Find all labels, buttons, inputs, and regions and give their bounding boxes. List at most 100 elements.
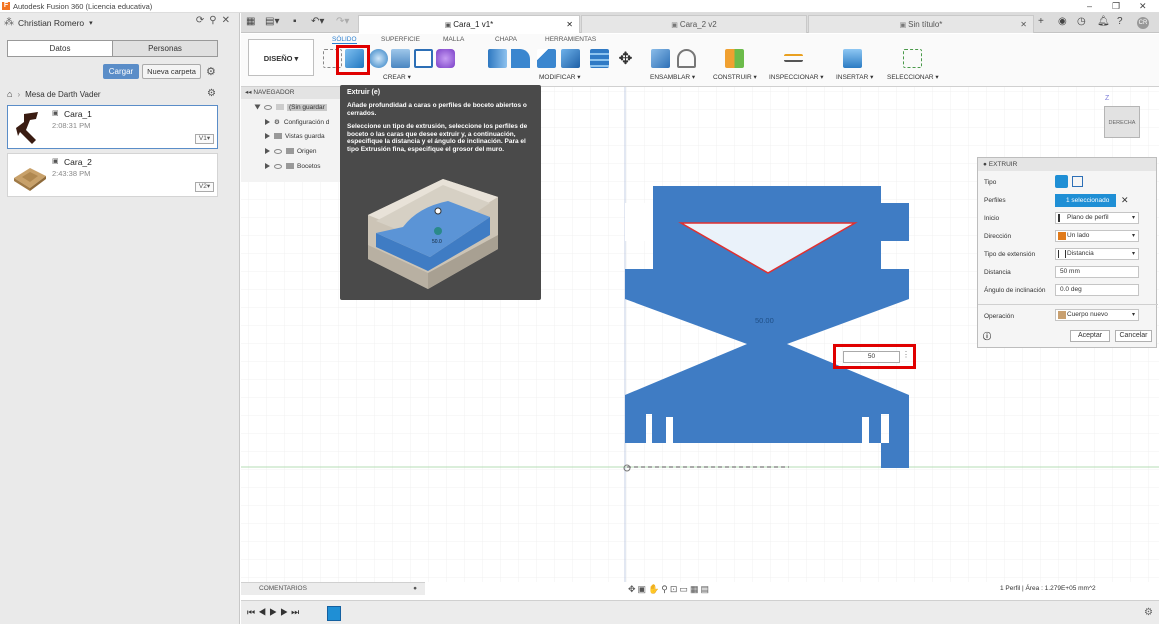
- ok-button[interactable]: Aceptar: [1070, 330, 1110, 342]
- chevron-right-icon[interactable]: [265, 119, 270, 126]
- operation-select[interactable]: Cuerpo nuevo ▾: [1055, 309, 1139, 321]
- comments-toggle-icon[interactable]: ●: [413, 583, 417, 595]
- nav-item-vistas[interactable]: Vistas guarda: [265, 133, 325, 140]
- taper-angle-input[interactable]: 0.0 deg: [1055, 284, 1139, 296]
- save-icon[interactable]: ▪: [293, 16, 297, 27]
- eye-icon[interactable]: [274, 163, 282, 169]
- group-insertar[interactable]: INSERTAR ▾: [836, 73, 873, 81]
- timeline-settings-icon[interactable]: ⚙: [1144, 607, 1153, 618]
- new-component-icon[interactable]: [651, 49, 670, 68]
- nav-item-bocetos[interactable]: Bocetos: [265, 163, 321, 170]
- project-settings-icon[interactable]: ⚙: [207, 88, 216, 99]
- pan-icon[interactable]: ✋: [648, 584, 661, 594]
- nav-root[interactable]: (Sin guardar: [254, 104, 327, 111]
- tab-personas[interactable]: Personas: [112, 41, 217, 56]
- home-icon[interactable]: ⌂: [7, 89, 12, 99]
- job-status-icon[interactable]: ◷: [1077, 16, 1086, 27]
- undo-icon[interactable]: ↶▾: [311, 16, 324, 27]
- version-badge[interactable]: V1▾: [195, 134, 214, 144]
- navigator-header[interactable]: ◂◂ NAVEGADOR: [241, 87, 343, 99]
- close-tab-icon[interactable]: ✕: [566, 16, 573, 33]
- extensions-icon[interactable]: ◉: [1058, 16, 1067, 27]
- fillet-icon[interactable]: [511, 49, 530, 68]
- group-construir[interactable]: CONSTRUIR ▾: [713, 73, 757, 81]
- tab-cara-1[interactable]: ▣ Cara_1 v1* ✕: [358, 15, 580, 33]
- help-icon[interactable]: ?: [1117, 16, 1123, 27]
- group-crear[interactable]: CREAR ▾: [383, 73, 411, 81]
- timeline-sketch-item[interactable]: [327, 606, 341, 621]
- extrude-type-solid-icon[interactable]: [1055, 175, 1068, 188]
- form-icon[interactable]: [436, 49, 455, 68]
- tab-datos[interactable]: Datos: [8, 41, 112, 56]
- distance-input[interactable]: 50 mm: [1055, 266, 1139, 278]
- minimize-icon[interactable]: –: [1087, 1, 1092, 11]
- version-badge[interactable]: V2▾: [195, 182, 214, 192]
- upload-button[interactable]: Cargar: [103, 64, 139, 79]
- close-tab-icon[interactable]: ✕: [1020, 16, 1027, 33]
- insert-image-icon[interactable]: [843, 49, 862, 68]
- ws-tab-malla[interactable]: MALLA: [443, 36, 464, 43]
- nav-item-configuracion[interactable]: ⚙ Configuración d: [265, 118, 329, 126]
- sweep-icon[interactable]: [391, 49, 410, 68]
- chevron-right-icon[interactable]: [265, 148, 270, 155]
- group-seleccionar[interactable]: SELECCIONAR ▾: [887, 73, 939, 81]
- ws-tab-solido[interactable]: SÓLIDO: [332, 36, 357, 44]
- file-card-cara-1[interactable]: ▣ Cara_1 2:08:31 PM V1▾: [7, 105, 218, 149]
- close-panel-icon[interactable]: ✕: [222, 15, 235, 26]
- search-icon[interactable]: ⚲: [209, 15, 221, 26]
- file-icon[interactable]: ▤▾: [265, 16, 279, 27]
- eye-icon[interactable]: [264, 104, 272, 110]
- grid-settings-icon[interactable]: ▦: [690, 584, 701, 594]
- extrude-dialog-header[interactable]: ● EXTRUIR: [978, 158, 1156, 171]
- chamfer-icon[interactable]: [537, 49, 556, 68]
- notifications-icon[interactable]: 🔔︎: [1097, 16, 1110, 27]
- tab-cara-2[interactable]: ▣ Cara_2 v2: [581, 15, 807, 33]
- display-settings-icon[interactable]: ▭: [679, 584, 690, 594]
- extrude-type-thin-icon[interactable]: [1072, 176, 1083, 187]
- redo-icon[interactable]: ↷▾: [336, 16, 349, 27]
- add-tab-icon[interactable]: +: [1038, 16, 1044, 27]
- move-icon[interactable]: ✥: [616, 49, 635, 68]
- extent-type-select[interactable]: Distancia ▾: [1055, 248, 1139, 260]
- project-name[interactable]: Mesa de Darth Vader: [25, 90, 100, 99]
- zoom-icon[interactable]: ⚲: [661, 584, 670, 594]
- group-ensamblar[interactable]: ENSAMBLAR ▾: [650, 73, 695, 81]
- clear-selection-icon[interactable]: ✕: [1121, 195, 1129, 206]
- offset-plane-icon[interactable]: [725, 49, 744, 68]
- pattern-icon[interactable]: [414, 49, 433, 68]
- timeline-controls[interactable]: ⏮◀▶▶⏭: [247, 607, 302, 618]
- viewcube-face-derecha[interactable]: DERECHA: [1104, 106, 1140, 138]
- chevron-down-icon[interactable]: [254, 104, 261, 110]
- fit-icon[interactable]: ⊡: [670, 584, 680, 594]
- look-at-icon[interactable]: ▣: [638, 584, 649, 594]
- avatar[interactable]: CR: [1137, 17, 1149, 29]
- nav-item-origen[interactable]: Origen: [265, 148, 317, 155]
- start-select[interactable]: Plano de perfil ▾: [1055, 212, 1139, 224]
- gear-icon[interactable]: ⚙: [206, 65, 216, 78]
- new-folder-button[interactable]: Nueva carpeta: [142, 64, 201, 79]
- cancel-button[interactable]: Cancelar: [1115, 330, 1152, 342]
- maximize-icon[interactable]: ❐: [1112, 1, 1120, 12]
- eye-icon[interactable]: [274, 148, 282, 154]
- group-inspeccionar[interactable]: INSPECCIONAR ▾: [769, 73, 824, 81]
- workspace-switcher-button[interactable]: DISEÑO ▾: [248, 39, 314, 76]
- chevron-right-icon[interactable]: [265, 163, 270, 170]
- ws-tab-herramientas[interactable]: HERRAMIENTAS: [545, 36, 596, 43]
- more-options-icon[interactable]: ⋮: [902, 350, 910, 359]
- measure-icon[interactable]: [784, 54, 803, 62]
- orbit-icon[interactable]: ✥: [628, 584, 638, 594]
- joint-icon[interactable]: [677, 49, 696, 68]
- canvas-distance-input[interactable]: 50: [843, 351, 900, 363]
- tab-sin-titulo[interactable]: ▣ Sin título* ✕: [808, 15, 1034, 33]
- comments-panel[interactable]: COMENTARIOS ●: [241, 582, 425, 595]
- direction-select[interactable]: Un lado ▾: [1055, 230, 1139, 242]
- grid-menu-icon[interactable]: ▦: [246, 16, 255, 27]
- chevron-right-icon[interactable]: [265, 133, 270, 140]
- ws-tab-superficie[interactable]: SUPERFICIE: [381, 36, 420, 43]
- combine-icon[interactable]: [590, 49, 609, 68]
- refresh-icon[interactable]: ⟳: [196, 15, 209, 26]
- ws-tab-chapa[interactable]: CHAPA: [495, 36, 517, 43]
- info-icon[interactable]: ⓘ: [983, 331, 991, 342]
- viewports-icon[interactable]: ▤: [700, 584, 711, 594]
- profiles-selection-button[interactable]: 1 seleccionado: [1055, 194, 1116, 207]
